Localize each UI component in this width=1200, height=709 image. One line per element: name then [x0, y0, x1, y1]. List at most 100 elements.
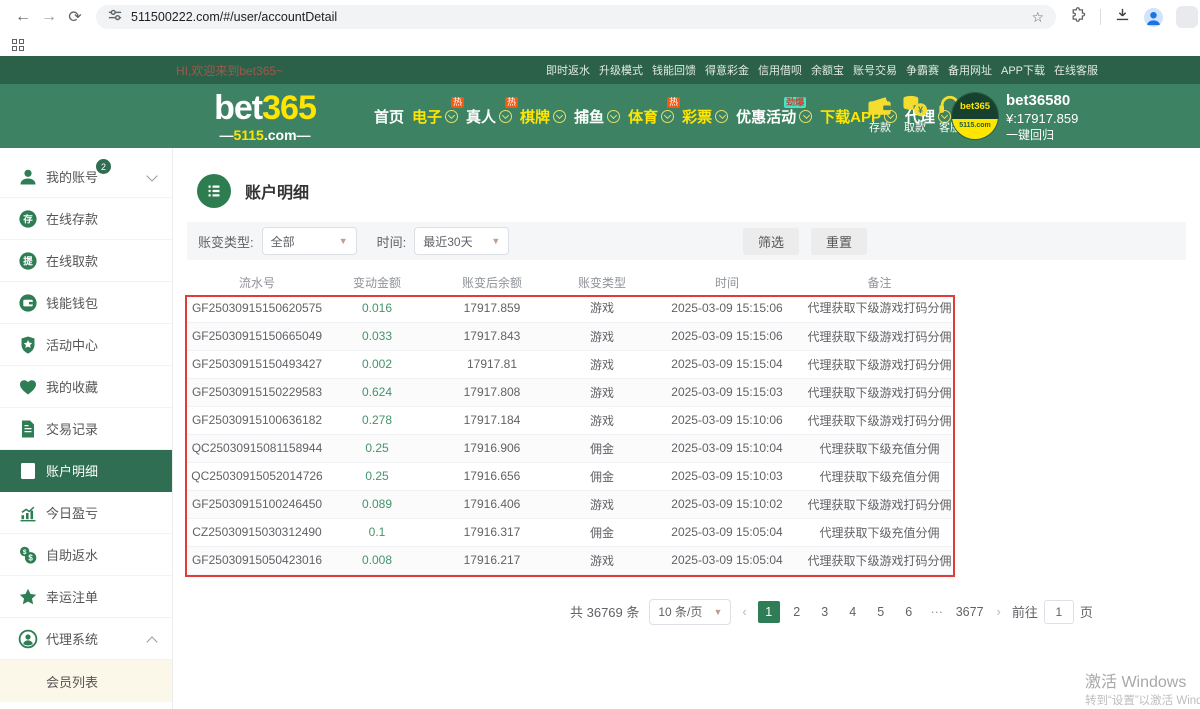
sidebar-item-6[interactable]: 我的收藏	[0, 366, 172, 408]
nav-item-label: 捕鱼	[574, 106, 604, 127]
per-page-select[interactable]: 10 条/页 ▼	[649, 599, 731, 625]
records-icon	[18, 419, 38, 439]
nav-item-label: 电子	[412, 106, 442, 127]
page-button[interactable]: 3677	[954, 601, 986, 623]
page-button[interactable]: 6	[898, 601, 920, 623]
nav-item-5[interactable]: 捕鱼	[572, 106, 622, 127]
nav-item-1[interactable]: 首页	[372, 106, 406, 127]
reset-button[interactable]: 重置	[811, 228, 867, 255]
filter-bar: 账变类型: 全部 ▼ 时间: 最近30天 ▼ 筛选 重置	[187, 222, 1186, 260]
sidebar-item-13[interactable]: 会员列表	[0, 660, 172, 702]
cell: GF25030915100636182	[187, 406, 327, 434]
browser-menu-chip[interactable]	[1176, 6, 1198, 28]
nav-item-3[interactable]: 真人热	[464, 106, 514, 127]
cell: 2025-03-09 15:15:06	[647, 322, 807, 350]
cell: 2025-03-09 15:05:04	[647, 518, 807, 546]
sidebar-item-10[interactable]: $$自助返水	[0, 534, 172, 576]
cell: 17917.859	[427, 294, 557, 322]
browser-forward-icon[interactable]: →	[36, 8, 62, 26]
topbar-link[interactable]: 信用借呗	[758, 62, 802, 78]
browser-reload-icon[interactable]: ⟳	[62, 7, 88, 27]
time-select[interactable]: 最近30天 ▼	[414, 227, 509, 255]
cell: 游戏	[557, 546, 647, 574]
cell: 代理获取下级游戏打码分佣	[807, 294, 952, 322]
url-text[interactable]: 511500222.com/#/user/accountDetail	[131, 10, 1022, 24]
chevron-up-icon	[146, 636, 157, 647]
sidebar-menu: 我的账号2存在线存款提在线取款钱能钱包活动中心我的收藏交易记录账户明细今日盈亏$…	[0, 148, 173, 709]
sidebar-item-label: 在线存款	[46, 209, 98, 228]
detail-icon	[18, 461, 38, 481]
cell: 17916.406	[427, 490, 557, 518]
topbar-link[interactable]: 得意彩金	[705, 62, 749, 78]
sidebar-item-12[interactable]: 代理系统	[0, 618, 172, 660]
nav-item-4[interactable]: 棋牌	[518, 106, 568, 127]
site-logo[interactable]: bet365 —5115.com—	[196, 91, 334, 142]
nav-item-7[interactable]: 彩票	[680, 106, 730, 127]
cell: 游戏	[557, 406, 647, 434]
chevron-down-icon	[445, 110, 458, 123]
sidebar-item-8[interactable]: 账户明细	[0, 450, 172, 492]
page-button[interactable]: 4	[842, 601, 864, 623]
topbar-link[interactable]: 即时返水	[546, 62, 590, 78]
topbar-link[interactable]: 钱能回馈	[652, 62, 696, 78]
nav-item-8[interactable]: 优惠活动劲爆	[734, 106, 814, 127]
quick-deposit-wallet[interactable]: 存款	[866, 94, 894, 135]
page-button[interactable]: 5	[870, 601, 892, 623]
topbar-link[interactable]: 升级模式	[599, 62, 643, 78]
bookmark-star-icon[interactable]: ☆	[1031, 9, 1044, 26]
page-button[interactable]: 3	[814, 601, 836, 623]
cell: 代理获取下级游戏打码分佣	[807, 490, 952, 518]
sidebar-item-9[interactable]: 今日盈亏	[0, 492, 172, 534]
sidebar-item-1[interactable]: 我的账号2	[0, 156, 172, 198]
topbar-link[interactable]: 余额宝	[811, 62, 844, 78]
logo-365: 365	[262, 89, 316, 127]
cell: 2025-03-09 15:05:04	[647, 546, 807, 574]
sidebar-item-5[interactable]: 活动中心	[0, 324, 172, 366]
next-page-icon[interactable]: ›	[996, 604, 1002, 619]
time-select-value: 最近30天	[423, 233, 472, 250]
sidebar-item-7[interactable]: 交易记录	[0, 408, 172, 450]
one-key-recall-link[interactable]: 一键回归	[1006, 127, 1078, 143]
sidebar-item-2[interactable]: 存在线存款	[0, 198, 172, 240]
filter-button[interactable]: 筛选	[743, 228, 799, 255]
table-row: GF250309151506650490.03317917.843游戏2025-…	[187, 322, 952, 350]
cell: GF25030915150620575	[187, 294, 327, 322]
goto-page-input[interactable]	[1044, 600, 1074, 624]
apps-grid-icon[interactable]	[12, 39, 24, 51]
quick-withdraw-coins[interactable]: ¥取款	[901, 94, 929, 135]
extensions-icon[interactable]	[1070, 6, 1087, 28]
sidebar-item-3[interactable]: 提在线取款	[0, 240, 172, 282]
site-settings-icon[interactable]	[108, 8, 122, 27]
withdraw-icon: 提	[18, 251, 38, 271]
agent-icon	[18, 629, 38, 649]
topbar-link[interactable]: APP下载	[1001, 62, 1045, 78]
topbar-link[interactable]: 备用网址	[948, 62, 992, 78]
topbar-link[interactable]: 争霸赛	[906, 62, 939, 78]
address-bar[interactable]: 511500222.com/#/user/accountDetail ☆	[96, 5, 1056, 29]
notification-badge: 2	[96, 159, 111, 174]
topbar-link[interactable]: 在线客服	[1054, 62, 1098, 78]
topbar-link[interactable]: 账号交易	[853, 62, 897, 78]
sidebar-item-4[interactable]: 钱能钱包	[0, 282, 172, 324]
nav-item-2[interactable]: 电子热	[410, 106, 460, 127]
cell: 代理获取下级充值分佣	[807, 462, 952, 490]
balance: ¥:17917.859	[1006, 110, 1078, 127]
downloads-icon[interactable]	[1114, 6, 1131, 28]
cell: 0.016	[327, 294, 427, 322]
nav-item-label: 首页	[374, 106, 404, 127]
nav-item-6[interactable]: 体育热	[626, 106, 676, 127]
browser-back-icon[interactable]: ←	[10, 8, 36, 26]
page-button[interactable]: 1	[758, 601, 780, 623]
sidebar-item-11[interactable]: 幸运注单	[0, 576, 172, 618]
page-button[interactable]: ···	[926, 601, 948, 623]
type-select[interactable]: 全部 ▼	[262, 227, 357, 255]
prev-page-icon[interactable]: ‹	[741, 604, 747, 619]
sidebar-item-label: 在线取款	[46, 251, 98, 270]
cell: 2025-03-09 15:10:02	[647, 490, 807, 518]
chevron-down-icon	[661, 110, 674, 123]
page-button[interactable]: 2	[786, 601, 808, 623]
chevron-down-icon	[146, 170, 157, 181]
table-header-row: 流水号变动金额账变后余额账变类型时间备注	[187, 270, 952, 294]
cell: 0.25	[327, 462, 427, 490]
browser-profile-icon[interactable]	[1144, 8, 1163, 27]
